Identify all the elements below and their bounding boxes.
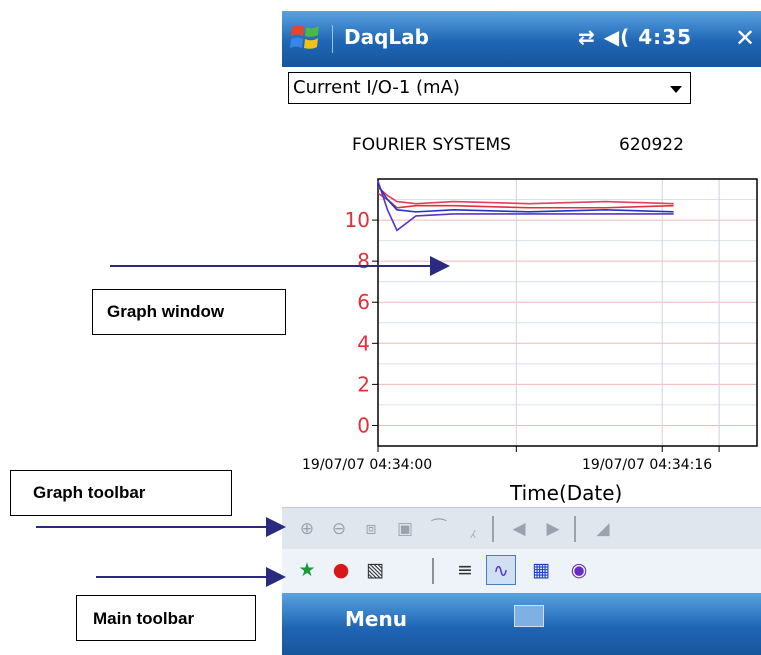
callout-arrows [36,256,450,587]
